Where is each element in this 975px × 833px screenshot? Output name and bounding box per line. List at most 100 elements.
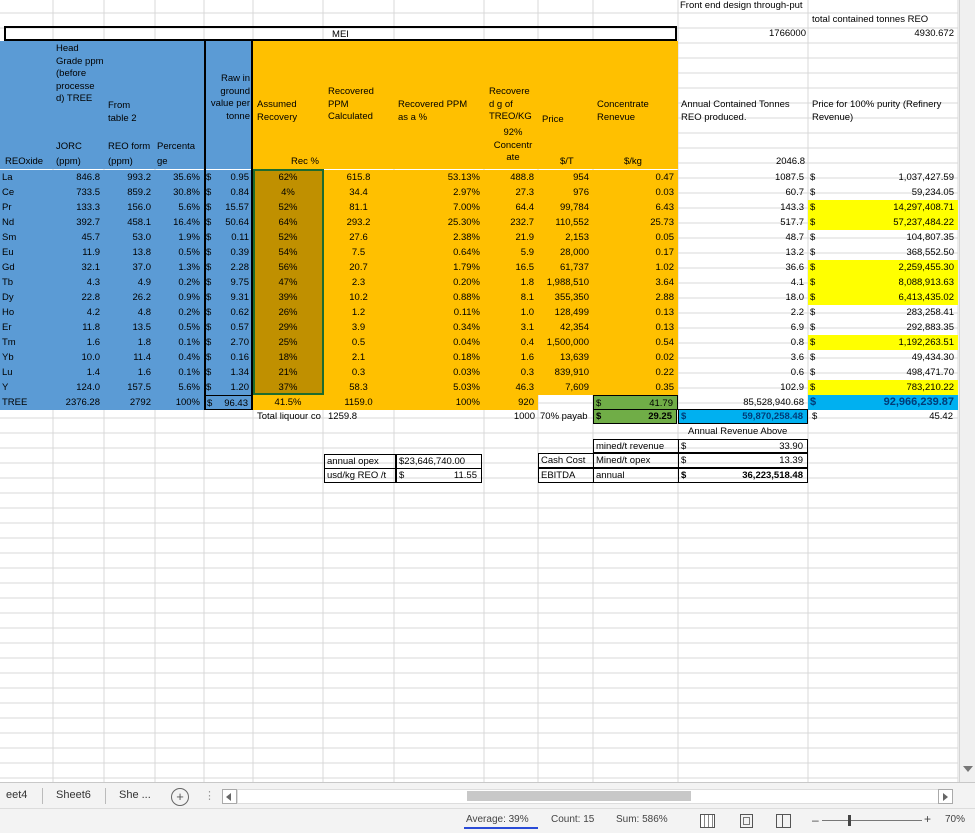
- row-rec-cell[interactable]: 29%: [253, 320, 323, 335]
- row-ann-cell[interactable]: $1087.5: [678, 170, 808, 185]
- row-price-cell[interactable]: 99,784: [538, 200, 593, 215]
- row-ppm-cell[interactable]: 81.1: [323, 200, 394, 215]
- row-ppmpct-cell[interactable]: 0.03%: [394, 365, 484, 380]
- row-raw-cell[interactable]: $0.57: [204, 320, 253, 335]
- row-conc-cell[interactable]: 0.02: [593, 350, 678, 365]
- usd-t-header[interactable]: $/T: [558, 155, 592, 168]
- scroll-left-button[interactable]: [222, 789, 237, 804]
- normal-view-icon[interactable]: [700, 814, 715, 828]
- rec-pct-header[interactable]: Rec %: [255, 155, 321, 168]
- tab-sheet6[interactable]: Sheet6: [50, 786, 97, 805]
- row-price-cell[interactable]: 355,350: [538, 290, 593, 305]
- row-conc-cell[interactable]: 3.64: [593, 275, 678, 290]
- payable-cell[interactable]: $ 29.25: [593, 409, 677, 424]
- mined-revenue-cell[interactable]: $ 33.90: [678, 439, 808, 453]
- row-ppmpct-cell[interactable]: 5.03%: [394, 380, 484, 395]
- row-ann-cell[interactable]: $6.9: [678, 320, 808, 335]
- row-el-cell[interactable]: La: [0, 170, 53, 185]
- usdkg-cell[interactable]: $ 11.55: [396, 468, 482, 483]
- tree-el-cell[interactable]: TREE: [0, 395, 53, 410]
- horizontal-scrollbar[interactable]: [237, 789, 939, 804]
- row-ref-cell[interactable]: $14,297,408.71: [808, 200, 958, 215]
- row-reo-cell[interactable]: 13.8: [104, 245, 155, 260]
- row-jorc-cell[interactable]: 4.2: [53, 305, 104, 320]
- row-conc-cell[interactable]: 25.73: [593, 215, 678, 230]
- row-rec-cell[interactable]: 25%: [253, 335, 323, 350]
- row-raw-cell[interactable]: $2.70: [204, 335, 253, 350]
- row-reo-cell[interactable]: 11.4: [104, 350, 155, 365]
- row-reo-cell[interactable]: 13.5: [104, 320, 155, 335]
- row-conc-cell[interactable]: 0.22: [593, 365, 678, 380]
- tree-jorc-cell[interactable]: 2376.28: [53, 395, 104, 410]
- row-pct-cell[interactable]: 0.5%: [155, 320, 204, 335]
- row-rec-cell[interactable]: 39%: [253, 290, 323, 305]
- mined-opex-cell[interactable]: $ 13.39: [678, 453, 808, 468]
- row-ppmpct-cell[interactable]: 2.97%: [394, 185, 484, 200]
- from-table-header[interactable]: From table 2: [106, 99, 154, 125]
- row-treo-cell[interactable]: 0.4: [484, 335, 538, 350]
- row-raw-cell[interactable]: $0.62: [204, 305, 253, 320]
- pct92-header[interactable]: 92% Concentr ate: [487, 127, 539, 167]
- row-raw-cell[interactable]: $50.64: [204, 215, 253, 230]
- row-ref-cell[interactable]: $57,237,484.22: [808, 215, 958, 230]
- row-jorc-cell[interactable]: 1.6: [53, 335, 104, 350]
- row-reo-cell[interactable]: 53.0: [104, 230, 155, 245]
- tab-options-icon[interactable]: ⋮: [204, 789, 215, 802]
- row-raw-cell[interactable]: $0.95: [204, 170, 253, 185]
- row-jorc-cell[interactable]: 10.0: [53, 350, 104, 365]
- row-el-cell[interactable]: Tb: [0, 275, 53, 290]
- recovered-pct-header[interactable]: Recovered PPM as a %: [396, 99, 478, 126]
- row-ppmpct-cell[interactable]: 0.18%: [394, 350, 484, 365]
- recovered-ppm-header[interactable]: Recovered PPM Calculated: [326, 86, 394, 126]
- row-jorc-cell[interactable]: 846.8: [53, 170, 104, 185]
- tree-ann-cell[interactable]: $85,528,940.68: [678, 395, 808, 410]
- row-ann-cell[interactable]: $60.7: [678, 185, 808, 200]
- row-ref-cell[interactable]: $1,192,263.51: [808, 335, 958, 350]
- ppm-header-1[interactable]: (ppm): [54, 155, 104, 168]
- row-conc-cell[interactable]: 0.54: [593, 335, 678, 350]
- row-price-cell[interactable]: 954: [538, 170, 593, 185]
- row-el-cell[interactable]: Pr: [0, 200, 53, 215]
- status-sum[interactable]: Sum: 586%: [616, 814, 668, 825]
- row-ppmpct-cell[interactable]: 1.79%: [394, 260, 484, 275]
- row-conc-cell[interactable]: 0.13: [593, 305, 678, 320]
- row-raw-cell[interactable]: $9.75: [204, 275, 253, 290]
- row-ppm-cell[interactable]: 20.7: [323, 260, 394, 275]
- row-reo-cell[interactable]: 1.6: [104, 365, 155, 380]
- price-header[interactable]: Price: [540, 113, 590, 126]
- row-treo-cell[interactable]: 3.1: [484, 320, 538, 335]
- row-treo-cell[interactable]: 21.9: [484, 230, 538, 245]
- row-el-cell[interactable]: Y: [0, 380, 53, 395]
- row-reo-cell[interactable]: 157.5: [104, 380, 155, 395]
- usdkg-label[interactable]: usd/kg REO /t: [324, 468, 396, 483]
- total-liquor-label[interactable]: Total liquour co: [255, 410, 323, 423]
- row-jorc-cell[interactable]: 733.5: [53, 185, 104, 200]
- row-reo-cell[interactable]: 37.0: [104, 260, 155, 275]
- row-ppmpct-cell[interactable]: 0.11%: [394, 305, 484, 320]
- row-price-cell[interactable]: 976: [538, 185, 593, 200]
- row-el-cell[interactable]: Lu: [0, 365, 53, 380]
- tree-reo-cell[interactable]: 2792: [104, 395, 155, 410]
- tree-ref-cell[interactable]: $92,966,239.87: [808, 395, 958, 410]
- row-ann-cell[interactable]: $517.7: [678, 215, 808, 230]
- tree-rec-cell[interactable]: 41.5%: [253, 395, 323, 410]
- total-contained-label[interactable]: total contained tonnes REO: [810, 13, 960, 26]
- row-pct-cell[interactable]: 0.2%: [155, 275, 204, 290]
- row-ann-cell[interactable]: $3.6: [678, 350, 808, 365]
- row-el-cell[interactable]: Gd: [0, 260, 53, 275]
- row-ppmpct-cell[interactable]: 7.00%: [394, 200, 484, 215]
- row-raw-cell[interactable]: $2.28: [204, 260, 253, 275]
- row-rec-cell[interactable]: 37%: [253, 380, 323, 395]
- row-ann-cell[interactable]: $2.2: [678, 305, 808, 320]
- row-ppmpct-cell[interactable]: 0.20%: [394, 275, 484, 290]
- row-treo-cell[interactable]: 1.0: [484, 305, 538, 320]
- row-ppm-cell[interactable]: 2.1: [323, 350, 394, 365]
- row-rec-cell[interactable]: 54%: [253, 245, 323, 260]
- row-price-cell[interactable]: 1,988,510: [538, 275, 593, 290]
- row-raw-cell[interactable]: $0.39: [204, 245, 253, 260]
- row-treo-cell[interactable]: 8.1: [484, 290, 538, 305]
- row-ref-cell[interactable]: $1,037,427.59: [808, 170, 958, 185]
- ratio-cell[interactable]: $ 45.42: [810, 410, 957, 423]
- row-treo-cell[interactable]: 0.3: [484, 365, 538, 380]
- zoom-slider[interactable]: [822, 820, 922, 821]
